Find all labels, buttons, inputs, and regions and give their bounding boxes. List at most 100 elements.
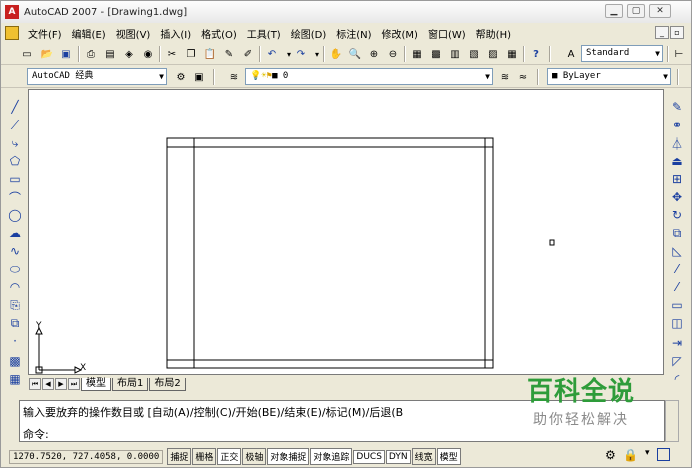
layer-manager-icon[interactable]: ≋ bbox=[226, 69, 242, 85]
arc-icon[interactable]: ⌒ bbox=[7, 189, 23, 205]
open-icon[interactable]: 📂 bbox=[39, 46, 55, 62]
move-icon[interactable]: ✥ bbox=[669, 189, 685, 205]
ellipse-icon[interactable]: ⬭ bbox=[7, 261, 23, 277]
hatch-icon[interactable]: ▩ bbox=[7, 353, 23, 369]
zoom-previous-icon[interactable]: ⊖ bbox=[385, 46, 401, 62]
text-style-select[interactable]: Standard ▼ bbox=[581, 45, 663, 62]
plot-icon[interactable]: ⎙ bbox=[83, 46, 99, 62]
command-scrollbar[interactable] bbox=[665, 400, 679, 442]
new-icon[interactable]: ▭ bbox=[19, 46, 35, 62]
menu-edit[interactable]: 编辑(E) bbox=[67, 26, 111, 41]
close-button[interactable]: ✕ bbox=[649, 4, 671, 18]
plot-preview-icon[interactable]: ▤ bbox=[102, 46, 118, 62]
block-editor-icon[interactable]: ✐ bbox=[240, 46, 256, 62]
scale-icon[interactable]: ⧉ bbox=[669, 225, 685, 241]
undo-icon[interactable]: ↶ bbox=[264, 46, 280, 62]
markup-icon[interactable]: ▨ bbox=[485, 46, 501, 62]
lock-icon[interactable]: 🔒 bbox=[623, 448, 638, 462]
drawing-area[interactable]: X Y bbox=[28, 89, 664, 375]
otrack-button[interactable]: 对象追踪 bbox=[310, 448, 353, 465]
offset-icon[interactable]: ⏏ bbox=[669, 153, 685, 169]
doc-restore-button[interactable]: ▫ bbox=[670, 26, 684, 39]
array-icon[interactable]: ⊞ bbox=[669, 171, 685, 187]
properties-icon[interactable]: ▦ bbox=[409, 46, 425, 62]
menu-modify[interactable]: 修改(M) bbox=[377, 26, 423, 41]
polar-button[interactable]: 极轴 bbox=[242, 448, 267, 465]
tool-palettes-icon[interactable]: ▥ bbox=[447, 46, 463, 62]
spline-icon[interactable]: ∿ bbox=[7, 243, 23, 259]
prev-tab-icon[interactable]: ◀ bbox=[42, 378, 54, 390]
menu-window[interactable]: 窗口(W) bbox=[423, 26, 471, 41]
construction-line-icon[interactable]: ⟋ bbox=[7, 117, 23, 133]
join-icon[interactable]: ⇥ bbox=[669, 335, 685, 351]
menu-insert[interactable]: 插入(I) bbox=[155, 26, 196, 41]
extend-icon[interactable]: ⁄ bbox=[669, 279, 685, 295]
workspace-select[interactable]: AutoCAD 经典 ▼ bbox=[27, 68, 167, 85]
cut-icon[interactable]: ✂ bbox=[164, 46, 180, 62]
pan-icon[interactable]: ✋ bbox=[328, 46, 344, 62]
revision-cloud-icon[interactable]: ☁ bbox=[7, 225, 23, 241]
communication-center-icon[interactable]: ⚙ bbox=[605, 448, 616, 462]
menu-view[interactable]: 视图(V) bbox=[111, 26, 156, 41]
ortho-button[interactable]: 正交 bbox=[217, 448, 242, 465]
polygon-icon[interactable]: ⬠ bbox=[7, 153, 23, 169]
save-workspace-icon[interactable]: ▣ bbox=[191, 69, 207, 85]
match-properties-icon[interactable]: ✎ bbox=[221, 46, 237, 62]
copy-object-icon[interactable]: ⚭ bbox=[669, 117, 685, 133]
save-icon[interactable]: ▣ bbox=[58, 46, 74, 62]
dimension-style-icon[interactable]: ⊢ bbox=[671, 46, 687, 62]
color-select[interactable]: ■ ByLayer ▼ bbox=[547, 68, 671, 85]
snap-button[interactable]: 捕捉 bbox=[167, 448, 192, 465]
tab-layout2[interactable]: 布局2 bbox=[149, 377, 186, 391]
make-block-icon[interactable]: ⧉ bbox=[7, 315, 23, 331]
last-tab-icon[interactable]: ⏭ bbox=[68, 378, 80, 390]
ellipse-arc-icon[interactable]: ◠ bbox=[7, 279, 23, 295]
make-current-layer-icon[interactable]: ≋ bbox=[497, 69, 513, 85]
rotate-icon[interactable]: ↻ bbox=[669, 207, 685, 223]
doc-minimize-button[interactable]: _ bbox=[655, 26, 669, 39]
autocad-app-icon[interactable]: A bbox=[5, 5, 19, 19]
erase-icon[interactable]: ✎ bbox=[669, 99, 685, 115]
first-tab-icon[interactable]: ⏮ bbox=[29, 378, 41, 390]
help-icon[interactable]: ? bbox=[528, 46, 544, 62]
menu-file[interactable]: 文件(F) bbox=[23, 26, 67, 41]
trim-icon[interactable]: ⁄ bbox=[669, 261, 685, 277]
calculator-icon[interactable]: ▦ bbox=[504, 46, 520, 62]
mirror-icon[interactable]: ⏃ bbox=[669, 135, 685, 151]
line-icon[interactable]: ╱ bbox=[7, 99, 23, 115]
document-icon[interactable] bbox=[5, 26, 19, 40]
insert-block-icon[interactable]: ⎘ bbox=[7, 297, 23, 313]
osnap-button[interactable]: 对象捕捉 bbox=[267, 448, 310, 465]
grid-button[interactable]: 栅格 bbox=[192, 448, 217, 465]
chamfer-icon[interactable]: ◸ bbox=[669, 353, 685, 369]
tab-layout1[interactable]: 布局1 bbox=[112, 377, 149, 391]
publish-icon[interactable]: ◈ bbox=[121, 46, 137, 62]
menu-help[interactable]: 帮助(H) bbox=[471, 26, 516, 41]
tab-model[interactable]: 模型 bbox=[81, 377, 111, 391]
circle-icon[interactable]: ◯ bbox=[7, 207, 23, 223]
zoom-window-icon[interactable]: ⊕ bbox=[366, 46, 382, 62]
clean-screen-icon[interactable] bbox=[657, 448, 670, 461]
rectangle-icon[interactable]: ▭ bbox=[7, 171, 23, 187]
minimize-button[interactable]: ▁ bbox=[605, 4, 623, 18]
break-at-point-icon[interactable]: ▭ bbox=[669, 297, 685, 313]
workspace-settings-icon[interactable]: ⚙ bbox=[173, 69, 189, 85]
gradient-icon[interactable]: ▦ bbox=[7, 371, 23, 387]
status-menu-icon[interactable]: ▾ bbox=[645, 448, 650, 458]
copy-icon[interactable]: ❐ bbox=[183, 46, 199, 62]
break-icon[interactable]: ◫ bbox=[669, 315, 685, 331]
3d-dwf-icon[interactable]: ◉ bbox=[140, 46, 156, 62]
zoom-realtime-icon[interactable]: 🔍 bbox=[347, 46, 363, 62]
lineweight-button[interactable]: 线宽 bbox=[411, 448, 436, 465]
redo-icon[interactable]: ↷ bbox=[293, 46, 309, 62]
text-style-icon[interactable]: A bbox=[563, 46, 579, 62]
menu-tools[interactable]: 工具(T) bbox=[242, 26, 286, 41]
point-icon[interactable]: · bbox=[7, 333, 23, 349]
fillet-icon[interactable]: ◜ bbox=[669, 371, 685, 387]
menu-draw[interactable]: 绘图(D) bbox=[286, 26, 332, 41]
model-button[interactable]: 模型 bbox=[436, 448, 461, 465]
dyn-button[interactable]: DYN bbox=[385, 449, 411, 464]
menu-format[interactable]: 格式(O) bbox=[196, 26, 242, 41]
menu-dimension[interactable]: 标注(N) bbox=[331, 26, 376, 41]
polyline-icon[interactable]: ⤷ bbox=[7, 135, 23, 151]
